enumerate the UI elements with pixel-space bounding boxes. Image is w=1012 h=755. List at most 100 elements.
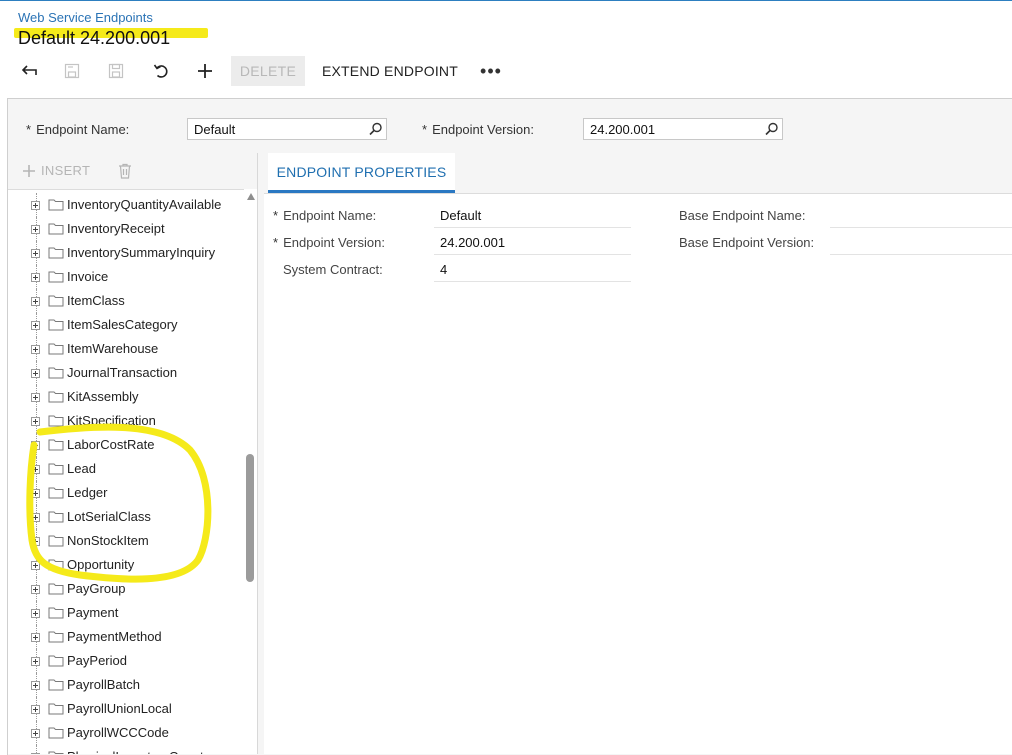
field-underline — [830, 254, 1012, 255]
tree-item[interactable]: InventoryReceipt — [8, 217, 244, 241]
delete-row-button[interactable] — [118, 163, 132, 182]
expand-plus-icon[interactable] — [31, 297, 40, 306]
expand-plus-icon[interactable] — [31, 633, 40, 642]
expand-plus-icon[interactable] — [31, 657, 40, 666]
folder-icon — [48, 750, 64, 754]
expand-plus-icon[interactable] — [31, 513, 40, 522]
folder-icon — [48, 198, 64, 214]
tree-item[interactable]: ItemSalesCategory — [8, 313, 244, 337]
expand-plus-icon[interactable] — [31, 609, 40, 618]
prop-endpoint-version-value[interactable]: 24.200.001 — [440, 235, 505, 250]
tree-item-label: ItemSalesCategory — [67, 317, 178, 332]
expand-plus-icon[interactable] — [31, 681, 40, 690]
expand-plus-icon[interactable] — [31, 489, 40, 498]
expand-plus-icon[interactable] — [31, 585, 40, 594]
tree-item[interactable]: PhysicalInventoryCount — [8, 745, 244, 754]
tree-item-label: Payment — [67, 605, 119, 620]
breadcrumb[interactable]: Web Service Endpoints — [18, 10, 153, 25]
folder-icon — [48, 726, 64, 742]
top-accent-line — [0, 0, 1012, 1]
folder-icon — [48, 654, 64, 670]
tree-item[interactable]: InventoryQuantityAvailable — [8, 193, 244, 217]
tree-item[interactable]: Opportunity — [8, 553, 244, 577]
tree-item[interactable]: ItemClass — [8, 289, 244, 313]
cancel-button[interactable] — [148, 56, 174, 86]
endpoint-name-value: Default — [194, 122, 236, 137]
expand-plus-icon[interactable] — [31, 393, 40, 402]
delete-button[interactable]: DELETE — [231, 56, 305, 86]
tree-item[interactable]: Ledger — [8, 481, 244, 505]
expand-plus-icon[interactable] — [31, 321, 40, 330]
expand-plus-icon[interactable] — [31, 273, 40, 282]
search-icon[interactable] — [369, 122, 383, 139]
tree-item-label: ItemClass — [67, 293, 125, 308]
expand-plus-icon[interactable] — [31, 201, 40, 210]
prop-system-contract-value[interactable]: 4 — [440, 262, 447, 277]
back-arrow-icon — [21, 65, 37, 75]
prop-endpoint-version-label: * Endpoint Version: — [273, 235, 385, 250]
properties-panel: ENDPOINT PROPERTIES * Endpoint Name: Defa… — [264, 153, 1012, 754]
undo-icon — [153, 64, 168, 78]
insert-label: INSERT — [41, 163, 91, 178]
expand-plus-icon[interactable] — [31, 561, 40, 570]
tree-item-label: Invoice — [67, 269, 109, 284]
required-mark: * — [273, 208, 279, 223]
tree-item-label: InventoryReceipt — [67, 221, 165, 236]
tree-toolbar: INSERT — [8, 153, 257, 190]
tree-item[interactable]: PayPeriod — [8, 649, 244, 673]
expand-plus-icon[interactable] — [31, 417, 40, 426]
field-underline — [434, 227, 631, 228]
folder-icon — [48, 270, 64, 286]
tree-item[interactable]: ItemWarehouse — [8, 337, 244, 361]
save-button[interactable] — [103, 56, 129, 86]
folder-icon — [48, 678, 64, 694]
folder-icon — [48, 342, 64, 358]
tree-item[interactable]: InventorySummaryInquiry — [8, 241, 244, 265]
expand-plus-icon[interactable] — [31, 369, 40, 378]
tree-item[interactable]: LotSerialClass — [8, 505, 244, 529]
tree-item[interactable]: Invoice — [8, 265, 244, 289]
tree-item-label: NonStockItem — [67, 533, 149, 548]
prop-endpoint-name-value[interactable]: Default — [440, 208, 481, 223]
plus-icon — [23, 164, 35, 177]
endpoint-name-label-text: Endpoint Name: — [36, 122, 130, 137]
expand-plus-icon[interactable] — [31, 225, 40, 234]
field-underline — [434, 281, 631, 282]
back-button[interactable] — [16, 56, 42, 86]
expand-plus-icon[interactable] — [31, 705, 40, 714]
expand-plus-icon[interactable] — [31, 249, 40, 258]
expand-plus-icon[interactable] — [31, 345, 40, 354]
tree-item[interactable]: PayGroup — [8, 577, 244, 601]
tree-item[interactable]: NonStockItem — [8, 529, 244, 553]
endpoint-version-selector[interactable]: 24.200.001 — [583, 118, 783, 140]
endpoint-name-selector[interactable]: Default — [187, 118, 387, 140]
entity-tree: InventoryQuantityAvailable InventoryRecei… — [8, 193, 244, 754]
tree-item[interactable]: KitSpecification — [8, 409, 244, 433]
extend-endpoint-button[interactable]: EXTEND ENDPOINT — [318, 56, 462, 86]
scroll-up-arrow-icon[interactable] — [247, 193, 255, 200]
tree-item[interactable]: JournalTransaction — [8, 361, 244, 385]
tree-item[interactable]: Lead — [8, 457, 244, 481]
tab-endpoint-properties[interactable]: ENDPOINT PROPERTIES — [268, 153, 455, 193]
tree-item[interactable]: PayrollUnionLocal — [8, 697, 244, 721]
expand-plus-icon[interactable] — [31, 537, 40, 546]
tree-item[interactable]: LaborCostRate — [8, 433, 244, 457]
tree-item[interactable]: PayrollBatch — [8, 673, 244, 697]
expand-plus-icon[interactable] — [31, 465, 40, 474]
tree-item[interactable]: KitAssembly — [8, 385, 244, 409]
expand-plus-icon[interactable] — [31, 441, 40, 450]
tree-item[interactable]: Payment — [8, 601, 244, 625]
field-underline — [830, 227, 1012, 228]
search-icon[interactable] — [765, 122, 779, 139]
add-button[interactable] — [192, 56, 218, 86]
scroll-thumb[interactable] — [246, 454, 254, 582]
tree-item-label: KitAssembly — [67, 389, 139, 404]
save-close-button[interactable] — [59, 56, 85, 86]
tree-item-label: LaborCostRate — [67, 437, 155, 452]
expand-plus-icon[interactable] — [31, 729, 40, 738]
tree-scrollbar[interactable] — [244, 189, 257, 754]
tree-item[interactable]: PayrollWCCCode — [8, 721, 244, 745]
more-menu-button[interactable]: ••• — [478, 56, 504, 86]
tree-item[interactable]: PaymentMethod — [8, 625, 244, 649]
insert-button[interactable]: INSERT — [22, 163, 90, 178]
